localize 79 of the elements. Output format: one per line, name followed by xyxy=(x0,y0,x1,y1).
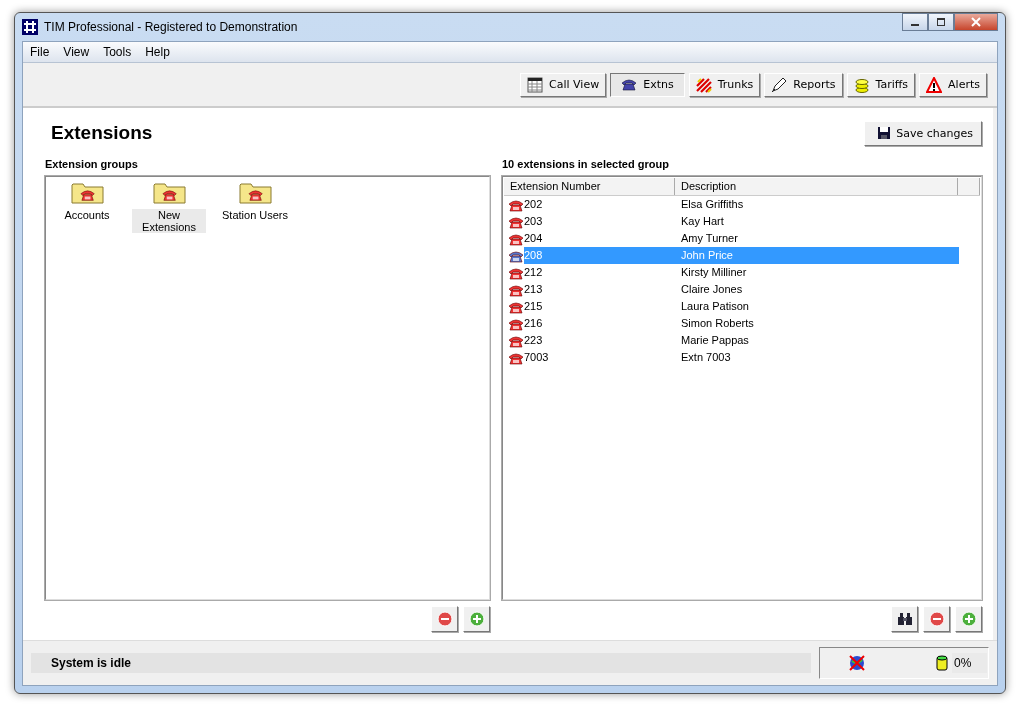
warning-icon xyxy=(926,76,943,93)
database-icon xyxy=(936,655,948,671)
menu-item[interactable]: Tools xyxy=(96,45,139,59)
close-icon xyxy=(971,17,981,27)
table-cell[interactable]: Elsa Griffiths xyxy=(675,196,959,213)
table-cell[interactable]: 7003 xyxy=(524,349,675,366)
toolbar-button[interactable]: Call View xyxy=(520,72,607,97)
folder-icon xyxy=(152,181,186,205)
table-cell[interactable]: Simon Roberts xyxy=(675,315,959,332)
coins-icon xyxy=(853,76,870,93)
table-cell[interactable]: Kirsty Milliner xyxy=(675,264,959,281)
remove-button[interactable] xyxy=(431,606,458,632)
phone-icon xyxy=(621,76,638,93)
table-cell[interactable]: Extn 7003 xyxy=(675,349,959,366)
table-cell[interactable]: 223 xyxy=(524,332,675,349)
column-header[interactable]: Description xyxy=(675,178,958,195)
find-button[interactable] xyxy=(891,606,918,632)
menu-item[interactable]: Help xyxy=(138,45,177,59)
minimize-icon xyxy=(911,24,919,26)
table-cell[interactable]: 203 xyxy=(524,213,675,230)
phone-icon xyxy=(508,299,524,314)
phone-icon xyxy=(508,265,524,280)
column-header-filler xyxy=(958,178,980,195)
column-header[interactable]: Extension Number xyxy=(504,178,675,195)
table-cell[interactable]: Laura Patison xyxy=(675,298,959,315)
table-cell[interactable]: 212 xyxy=(524,264,675,281)
section-label: Extension groups xyxy=(45,158,139,170)
phone-icon xyxy=(508,197,524,212)
plus-circle-icon xyxy=(960,611,977,627)
usage-percent: 0% xyxy=(952,653,988,673)
minimize-button[interactable] xyxy=(902,13,928,31)
page-heading: Extensions xyxy=(51,122,153,144)
group-item[interactable]: Accounts xyxy=(62,209,112,221)
table-cell[interactable]: 213 xyxy=(524,281,675,298)
toolbar-button[interactable]: Alerts xyxy=(919,72,987,97)
table-cell[interactable]: 216 xyxy=(524,315,675,332)
maximize-button[interactable] xyxy=(928,13,954,31)
app-icon xyxy=(22,19,38,35)
plus-circle-icon xyxy=(468,611,485,627)
maximize-icon xyxy=(936,17,946,27)
phone-icon xyxy=(508,282,524,297)
add-button[interactable] xyxy=(955,606,982,632)
table-cell[interactable]: Amy Turner xyxy=(675,230,959,247)
toolbar-button[interactable]: Extns xyxy=(610,72,685,97)
table-cell[interactable]: 215 xyxy=(524,298,675,315)
section-label: 10 extensions in selected group xyxy=(502,158,670,170)
close-button[interactable] xyxy=(954,13,998,31)
save-button[interactable]: Save changes xyxy=(864,120,982,146)
phone-icon xyxy=(508,231,524,246)
pen-icon xyxy=(771,76,788,93)
table-cell[interactable]: Claire Jones xyxy=(675,281,959,298)
add-button[interactable] xyxy=(463,606,490,632)
phone-icon xyxy=(508,350,524,365)
minus-circle-icon xyxy=(928,611,945,627)
remove-button[interactable] xyxy=(923,606,950,632)
table-cell[interactable]: Kay Hart xyxy=(675,213,959,230)
toolbar-button[interactable]: Trunks xyxy=(688,72,761,97)
striped-lines-icon xyxy=(695,76,712,93)
window-title: TIM Professional - Registered to Demonstration xyxy=(44,20,298,34)
globe-crossed-icon xyxy=(848,654,866,672)
phone-icon xyxy=(508,214,524,229)
status-message: System is idle xyxy=(31,653,811,673)
group-item[interactable]: Station Users xyxy=(220,209,291,221)
table-cell[interactable]: 204 xyxy=(524,230,675,247)
phone-icon xyxy=(508,248,524,263)
menu-item[interactable]: View xyxy=(56,45,97,59)
folder-icon xyxy=(70,181,104,205)
phone-icon xyxy=(508,333,524,348)
table-cell[interactable]: 202 xyxy=(524,196,675,213)
menu-item[interactable]: File xyxy=(23,45,57,59)
table-icon xyxy=(527,76,544,93)
toolbar-button[interactable]: Tariffs xyxy=(846,72,916,97)
toolbar-button[interactable]: Reports xyxy=(764,72,843,97)
table-cell[interactable]: Marie Pappas xyxy=(675,332,959,349)
binoculars-icon xyxy=(896,611,913,627)
folder-icon xyxy=(238,181,272,205)
minus-circle-icon xyxy=(436,611,453,627)
group-item[interactable]: New Extensions xyxy=(132,209,206,233)
phone-icon xyxy=(508,316,524,331)
